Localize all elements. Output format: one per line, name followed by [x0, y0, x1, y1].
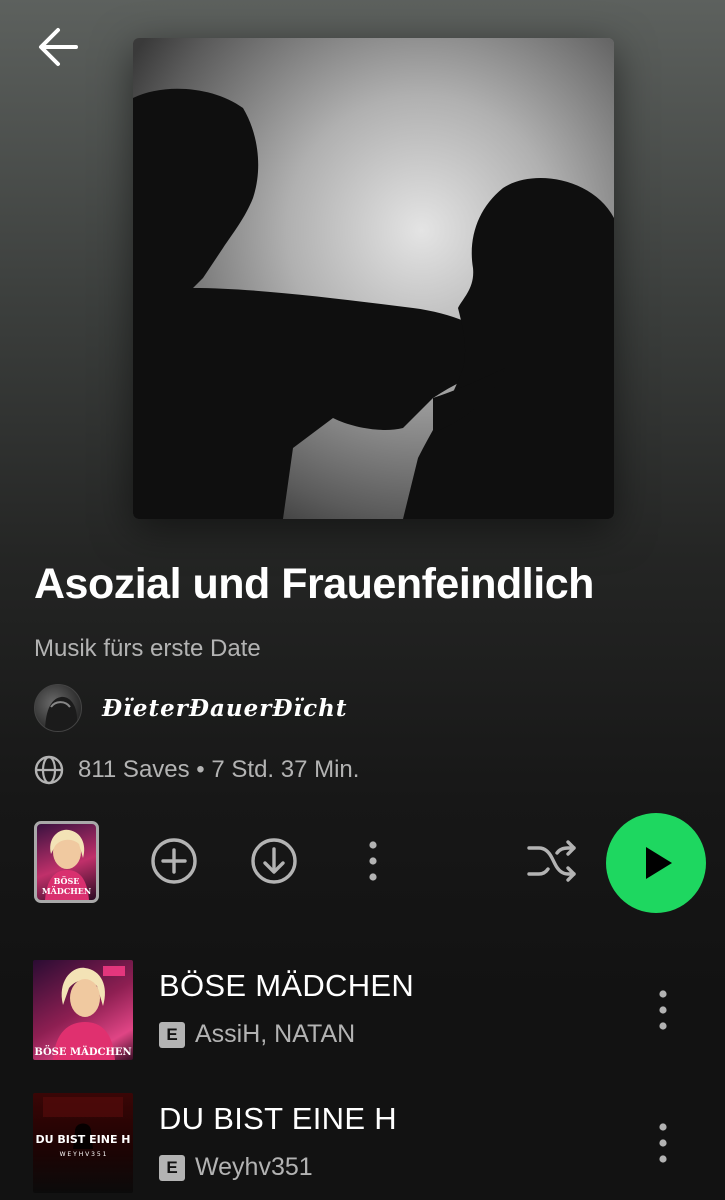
track-title: BÖSE MÄDCHEN — [159, 968, 415, 1003]
playlist-screen: Asozial und Frauenfeindlich Musik fürs e… — [0, 0, 725, 1200]
track-artwork-image — [53, 966, 125, 1060]
play-icon — [646, 847, 672, 879]
globe-icon — [34, 755, 64, 785]
track-row[interactable]: BÖSE MÄDCHEN BÖSE MÄDCHEN E AssiH, NATAN — [0, 960, 725, 1060]
preview-cover-button[interactable]: BÖSE MÄDCHEN — [34, 821, 99, 903]
play-button[interactable] — [606, 813, 706, 913]
track-artwork-text: BÖSE MÄDCHEN — [34, 1047, 132, 1058]
playlist-description: Musik fürs erste Date — [34, 635, 261, 662]
track-more-button[interactable] — [640, 985, 686, 1035]
download-icon — [251, 838, 297, 884]
track-subtitle: E AssiH, NATAN — [159, 1020, 355, 1049]
more-vertical-icon — [369, 841, 377, 881]
preview-cover-text: BÖSE MÄDCHEN — [41, 876, 92, 896]
more-options-button[interactable] — [348, 836, 398, 886]
track-artwork-text: DU BIST EINE H — [35, 1133, 131, 1146]
owner-row[interactable]: ÐïeterÐauerÐïcht — [34, 684, 348, 732]
track-artwork: DU BIST EINE H W E Y H V 3 5 1 — [33, 1093, 133, 1193]
playlist-meta: 811 Saves • 7 Std. 37 Min. — [34, 754, 359, 786]
shuffle-icon — [527, 840, 576, 882]
track-more-button[interactable] — [640, 1118, 686, 1168]
arrow-left-icon — [39, 28, 78, 66]
explicit-badge: E — [159, 1154, 185, 1181]
download-button[interactable] — [249, 836, 299, 886]
more-vertical-icon — [659, 990, 667, 1030]
playlist-cover — [133, 38, 614, 519]
track-title: DU BIST EINE H — [159, 1101, 397, 1136]
avatar-image — [45, 696, 77, 731]
add-circle-icon — [151, 838, 197, 884]
avatar — [34, 684, 82, 732]
track-artwork: BÖSE MÄDCHEN — [33, 960, 133, 1060]
track-artists: AssiH, NATAN — [195, 1020, 356, 1048]
meta-text: 811 Saves • 7 Std. 37 Min. — [78, 756, 360, 783]
action-bar: BÖSE MÄDCHEN — [0, 808, 725, 914]
add-button[interactable] — [149, 836, 199, 886]
track-artwork-subtext: W E Y H V 3 5 1 — [59, 1151, 107, 1158]
back-button[interactable] — [30, 22, 86, 72]
track-subtitle: E Weyhv351 — [159, 1153, 313, 1182]
track-artists: Weyhv351 — [195, 1153, 313, 1181]
cover-silhouette-image — [133, 38, 614, 519]
track-row[interactable]: DU BIST EINE H W E Y H V 3 5 1 DU BIST E… — [0, 1093, 725, 1193]
more-vertical-icon — [659, 1123, 667, 1163]
playlist-title: Asozial und Frauenfeindlich — [34, 560, 594, 608]
owner-name: ÐïeterÐauerÐïcht — [102, 694, 348, 722]
explicit-badge: E — [159, 1021, 185, 1048]
shuffle-button[interactable] — [527, 836, 577, 886]
